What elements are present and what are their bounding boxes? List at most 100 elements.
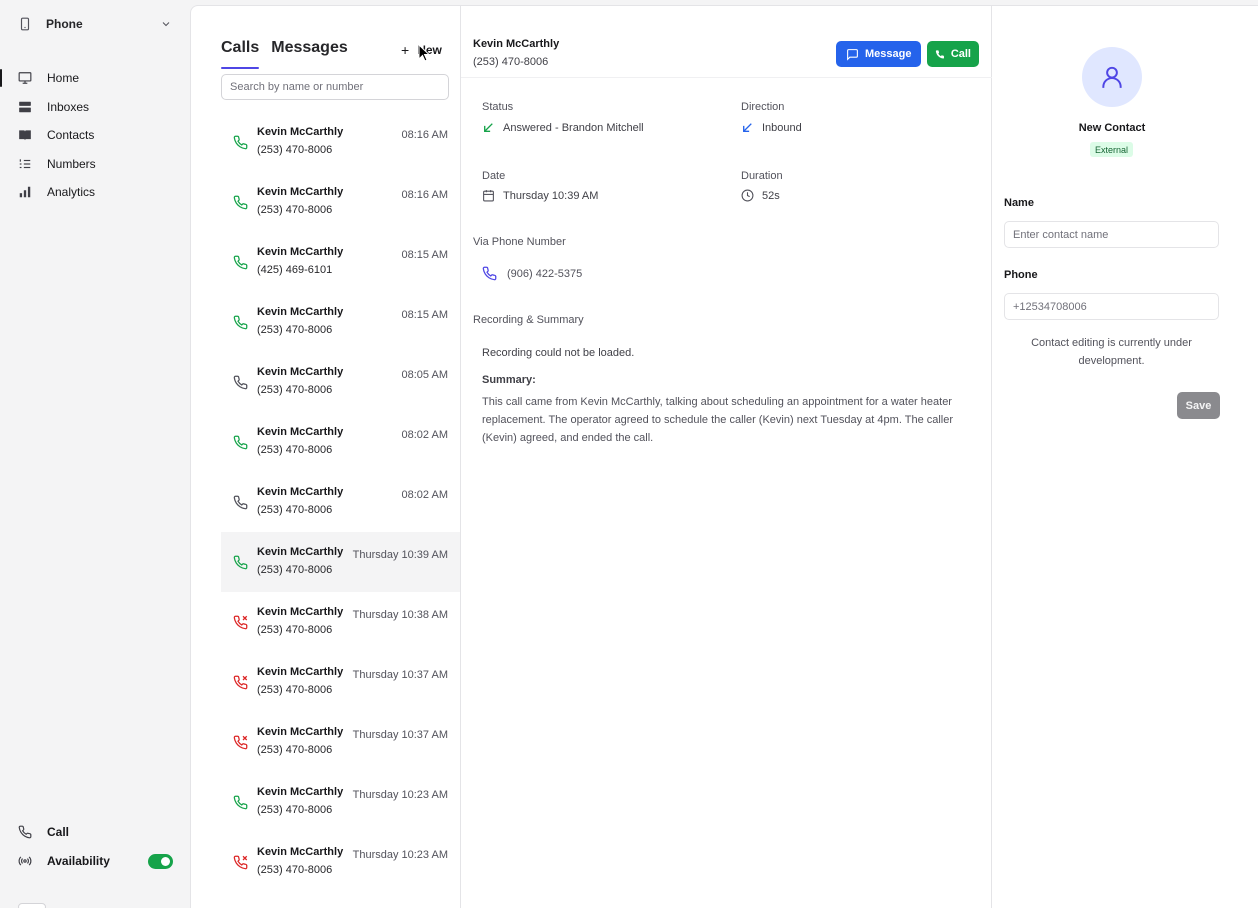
call-list-item[interactable]: Kevin McCarthly (253) 470-8006 08:15 AM [221,292,460,352]
broadcast-icon [18,856,32,866]
phone-icon [935,49,944,59]
call-time: Thursday 10:37 AM [352,669,448,681]
message-button[interactable]: Message [836,41,921,67]
via-phone-label: Via Phone Number [473,236,566,248]
call-time: 08:15 AM [401,309,448,321]
nav-item-label: Analytics [47,185,96,200]
call-list-item[interactable]: Kevin McCarthly (253) 470-8006 Thursday 10… [221,592,460,652]
call-time: Thursday 10:39 AM [352,549,448,561]
call-list-item[interactable]: Kevin McCarthly (253) 470-8006 Thursday 10… [221,652,460,712]
collapsed-widget[interactable] [18,903,46,908]
nav-item-contacts[interactable]: Contacts [0,121,190,150]
phone-label: Phone [1004,269,1038,281]
nav-item-label: Numbers [47,156,96,171]
sidebar: Phone Home Inboxes Contacts Numbers Anal… [0,0,190,908]
nav-item-analytics[interactable]: Analytics [0,178,190,207]
summary-label: Summary: [482,374,536,386]
nav-item-call[interactable]: Call [0,818,190,847]
call-caller-number: (253) 470-8006 [257,684,333,696]
via-phone-value: (906) 422-5375 [482,266,582,281]
call-button[interactable]: Call [927,41,979,67]
call-caller-name: Kevin McCarthly [257,786,344,798]
call-list-item[interactable]: Kevin McCarthly (253) 470-8006 08:16 AM [221,112,460,172]
call-caller-number: (253) 470-8006 [257,864,333,876]
call-list-item[interactable]: Kevin McCarthly (425) 469-6101 08:15 AM [221,232,460,292]
call-caller-number: (425) 469-6101 [257,264,333,276]
direction-label: Direction [741,101,785,113]
call-caller-number: (253) 470-8006 [257,204,333,216]
call-time: 08:16 AM [401,129,448,141]
call-list-item[interactable]: Kevin McCarthly (253) 470-8006 08:05 AM [221,352,460,412]
arrow-down-left-icon [484,123,493,132]
avatar [1082,47,1142,107]
dev-note: Contact editing is currently under devel… [1031,337,1192,367]
call-list-item[interactable]: Kevin McCarthly (253) 470-8006 08:02 AM [221,412,460,472]
tab-calls[interactable]: Calls [221,39,260,69]
save-button[interactable]: Save [1177,392,1220,419]
phone-icon [233,375,248,390]
clock-icon [741,189,754,202]
search-input[interactable] [221,74,449,100]
contact-name-field[interactable] [1004,221,1219,248]
nav-item-label: Contacts [47,128,95,143]
call-caller-name: Kevin McCarthly [257,366,344,378]
call-caller-name: Kevin McCarthly [257,726,344,738]
phone-incoming-icon [233,435,248,450]
contact-phone-field[interactable] [1004,293,1219,320]
contact-panel: New Contact External Name Phone Contact … [992,6,1258,908]
phone-missed-icon [233,675,248,690]
nav-item-home[interactable]: Home [0,64,190,93]
availability-toggle[interactable] [148,853,173,869]
date-value-text: Thursday 10:39 AM [503,189,599,202]
call-time: Thursday 10:38 AM [352,609,448,621]
date-label: Date [482,170,506,182]
call-caller-number: (253) 470-8006 [257,444,333,456]
call-list-item[interactable]: Kevin McCarthly (253) 470-8006 08:02 AM [221,472,460,532]
duration-label: Duration [741,170,783,182]
main-panel: Calls Messages + New Kevin McCarthly(253… [190,5,1258,908]
bottom-nav: Call Availability [0,818,190,875]
mouse-cursor-icon [418,44,430,62]
app-switcher-label: Phone [46,17,83,31]
tab-messages[interactable]: Messages [271,39,348,63]
plus-icon: + [401,42,410,58]
nav-item-inboxes[interactable]: Inboxes [0,93,190,122]
call-list-item[interactable]: Kevin McCarthly (253) 470-8006 Thursday 10… [221,832,460,892]
direction-value: Inbound [741,121,802,134]
contact-title: New Contact [1078,122,1146,134]
call-time: 08:15 AM [401,249,448,261]
inbox-icon [19,101,31,112]
call-time: Thursday 10:23 AM [352,849,448,861]
caller-number: (253) 470-8006 [473,56,549,68]
call-caller-number: (253) 470-8006 [257,144,333,156]
duration-value: 52s [741,189,780,202]
call-list-item[interactable]: Kevin McCarthly (253) 470-8006 08:16 AM [221,172,460,232]
call-list-item[interactable]: Kevin McCarthly (253) 470-8006 Thursday 10… [221,532,460,592]
calls-list-panel: Calls Messages + New Kevin McCarthly(253… [221,6,461,908]
phone-missed-icon [233,855,248,870]
nav-item-label: Inboxes [47,99,90,114]
message-icon [847,48,858,61]
app-switcher[interactable]: Phone [10,10,180,38]
phone-incoming-icon [233,255,248,270]
calendar-icon [483,190,494,202]
nav-item-label: Home [47,71,80,86]
call-caller-name: Kevin McCarthly [257,306,344,318]
call-list-item[interactable]: Kevin McCarthly (253) 470-8006 Thursday 10… [221,712,460,772]
smartphone-icon [20,17,30,31]
call-list-item[interactable]: Kevin McCarthly (253) 470-8006 Thursday 10… [221,772,460,832]
arrow-down-left-icon [743,123,752,132]
duration-value-text: 52s [762,189,780,202]
call-time: 08:02 AM [401,429,448,441]
phone-incoming-icon [233,135,248,150]
call-caller-name: Kevin McCarthly [257,246,344,258]
nav-item-numbers[interactable]: Numbers [0,150,190,179]
date-value: Thursday 10:39 AM [482,189,598,202]
call-time: 08:02 AM [401,489,448,501]
phone-missed-icon [233,615,248,630]
call-time: 08:05 AM [401,369,448,381]
detail-header: Kevin McCarthly (253) 470-8006 Message C… [461,6,992,78]
call-caller-name: Kevin McCarthly [257,606,344,618]
summary-text: This call came from Kevin McCarthly, tal… [482,396,954,444]
via-phone-number: (906) 422-5375 [507,267,583,280]
